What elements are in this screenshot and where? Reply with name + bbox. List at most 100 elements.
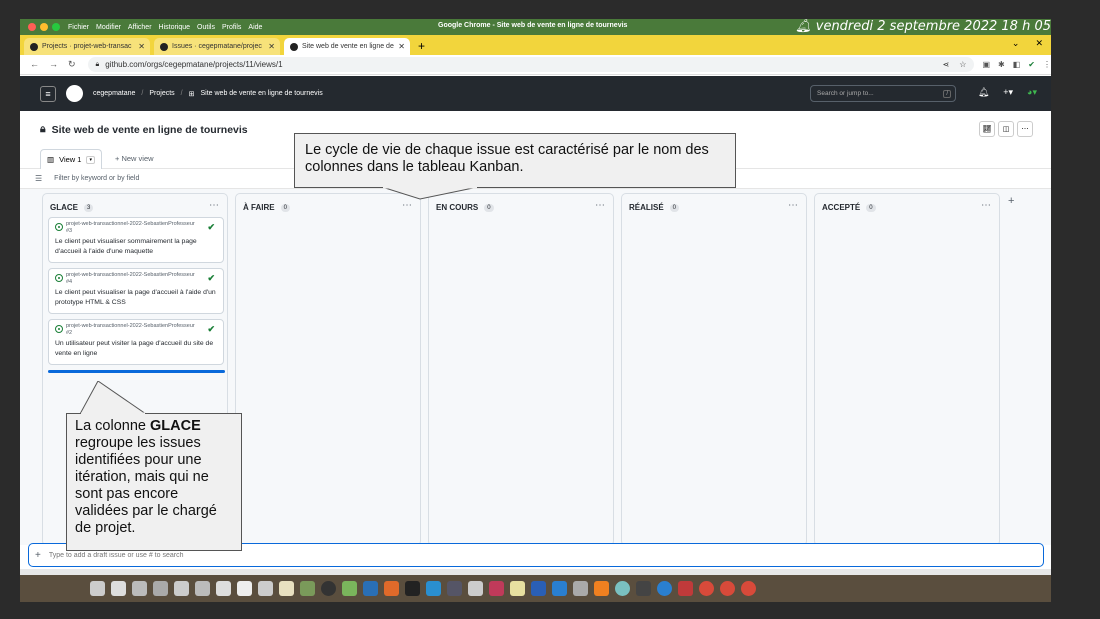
- font-icon[interactable]: [468, 581, 483, 596]
- screenshot-icon[interactable]: [489, 581, 504, 596]
- reload-icon[interactable]: ↻: [68, 59, 76, 70]
- menu-historique[interactable]: Historique: [159, 24, 191, 31]
- virtualbox-icon[interactable]: [363, 581, 378, 596]
- new-tab-plus-icon[interactable]: +: [418, 39, 425, 53]
- launcher-icon[interactable]: [90, 581, 105, 596]
- add-column-plus-icon[interactable]: +: [1008, 195, 1014, 207]
- menu-profils[interactable]: Profils: [222, 24, 241, 31]
- notes-icon[interactable]: [279, 581, 294, 596]
- notification-bell-icon[interactable]: 🔔︎: [978, 87, 989, 98]
- card-title[interactable]: Un utilisateur peut visiter la page d'ac…: [55, 339, 220, 359]
- chevron-down-icon[interactable]: ⌄: [1012, 38, 1020, 49]
- close-tab-icon[interactable]: ✕: [138, 42, 145, 51]
- lock-icon[interactable]: 🔒︎: [96, 61, 100, 69]
- share-icon[interactable]: ⋖: [943, 60, 950, 69]
- github-logo-icon[interactable]: [66, 85, 83, 102]
- new-view-button[interactable]: + New view: [115, 154, 154, 163]
- profile-check-icon[interactable]: ✔: [1028, 60, 1035, 69]
- avatar[interactable]: ◕▾: [1027, 87, 1037, 98]
- column-more-icon[interactable]: ⋯: [788, 200, 798, 211]
- draft-issue-input[interactable]: [48, 551, 949, 559]
- hamburger-icon[interactable]: ≡: [40, 85, 56, 102]
- plus-icon[interactable]: +: [35, 550, 41, 561]
- column-more-icon[interactable]: ⋯: [402, 200, 412, 211]
- filter-placeholder: Filter by keyword or by field: [54, 175, 140, 182]
- console-icon[interactable]: [636, 581, 651, 596]
- forward-arrow-icon[interactable]: →: [49, 59, 58, 70]
- project-title-text: Site web de vente en ligne de tournevis: [51, 123, 248, 136]
- url-field[interactable]: 🔒︎ github.com/orgs/cegepmatane/projects/…: [87, 57, 975, 72]
- network-app-icon[interactable]: [657, 581, 672, 596]
- tab-view-1[interactable]: ▥ View 1 ▾: [40, 149, 102, 169]
- create-new-plus-icon[interactable]: +▾: [1003, 87, 1013, 98]
- xcode-icon[interactable]: [531, 581, 546, 596]
- chrome-icon[interactable]: [720, 581, 735, 596]
- callout-left-bold: GLACE: [149, 418, 201, 434]
- tool-icon[interactable]: [573, 581, 588, 596]
- close-dot-icon[interactable]: [28, 23, 36, 31]
- mail-icon[interactable]: [678, 581, 693, 596]
- insights-chart-icon[interactable]: 📈︎: [979, 121, 995, 137]
- breadcrumb-org[interactable]: cegepmatane: [93, 90, 135, 97]
- menu-afficher[interactable]: Afficher: [128, 24, 152, 31]
- vlc-icon[interactable]: [594, 581, 609, 596]
- menu-fichier[interactable]: Fichier: [68, 24, 89, 31]
- breadcrumb-projects[interactable]: Projects: [149, 90, 174, 97]
- kebab-menu-icon[interactable]: ⋮: [1043, 60, 1051, 69]
- sublime-icon[interactable]: [384, 581, 399, 596]
- card-title[interactable]: Le client peut visualiser la page d'accu…: [55, 288, 220, 308]
- window-icon[interactable]: [132, 581, 147, 596]
- chrome-icon[interactable]: [741, 581, 756, 596]
- menu-modifier[interactable]: Modifier: [96, 24, 121, 31]
- photo-icon[interactable]: [447, 581, 462, 596]
- camera-icon[interactable]: ▣: [982, 60, 990, 69]
- media-icon[interactable]: [321, 581, 336, 596]
- issue-card[interactable]: projet-web-transactionnel-2022-Sebastien…: [48, 319, 224, 365]
- column-more-icon[interactable]: ⋯: [981, 200, 991, 211]
- breadcrumb-project[interactable]: Site web de vente en ligne de tournevis: [201, 90, 323, 97]
- puzzle-icon[interactable]: ✱: [998, 60, 1005, 69]
- chat-icon[interactable]: [258, 581, 273, 596]
- vscode-icon[interactable]: [426, 581, 441, 596]
- back-arrow-icon[interactable]: ←: [30, 59, 39, 70]
- chrome-icon[interactable]: [699, 581, 714, 596]
- close-tab-icon[interactable]: ✕: [398, 42, 405, 51]
- chat-app-icon[interactable]: [615, 581, 630, 596]
- column-more-icon[interactable]: ⋯: [209, 200, 219, 211]
- screen: Fichier Modifier Afficher Historique Out…: [20, 19, 1051, 602]
- terminal-icon[interactable]: [405, 581, 420, 596]
- minimize-dot-icon[interactable]: [40, 23, 48, 31]
- browser-tab-3-active[interactable]: Site web de vente en ligne de ✕: [284, 38, 410, 55]
- column-more-icon[interactable]: ⋯: [595, 200, 605, 211]
- files-icon[interactable]: [300, 581, 315, 596]
- card-title[interactable]: Le client peut visualiser sommairement l…: [55, 237, 220, 257]
- android-icon[interactable]: [342, 581, 357, 596]
- bell-icon[interactable]: 🔔︎: [795, 19, 816, 34]
- menu-outils[interactable]: Outils: [197, 24, 215, 31]
- column-header: À FAIRE 0: [243, 203, 290, 212]
- eject-icon[interactable]: [216, 581, 231, 596]
- menu-aide[interactable]: Aide: [248, 24, 262, 31]
- side-panel-icon[interactable]: ◫: [998, 121, 1014, 137]
- column-en-cours: EN COURS 0 ⋯: [428, 193, 614, 546]
- chevron-down-icon[interactable]: ▾: [86, 155, 95, 164]
- browser-tab-2[interactable]: Issues · cegepmatane/projec ✕: [154, 38, 280, 55]
- browser-tab-1[interactable]: Projects · projet-web-transac ✕: [24, 38, 150, 55]
- close-window-icon[interactable]: ✕: [1035, 38, 1043, 49]
- maximize-dot-icon[interactable]: [52, 23, 60, 31]
- word-icon[interactable]: [552, 581, 567, 596]
- pen-icon[interactable]: [237, 581, 252, 596]
- close-tab-icon[interactable]: ✕: [268, 42, 275, 51]
- bookmark-star-icon[interactable]: ☆: [959, 60, 966, 69]
- github-search-input[interactable]: Search or jump to... /: [810, 85, 956, 102]
- sidepanel-icon[interactable]: ◧: [1013, 60, 1021, 69]
- issue-card[interactable]: projet-web-transactionnel-2022-Sebastien…: [48, 217, 224, 263]
- apps-grid-icon[interactable]: [111, 581, 126, 596]
- editor-icon[interactable]: [510, 581, 525, 596]
- more-options-icon[interactable]: ⋯: [1017, 121, 1033, 137]
- volume-icon[interactable]: [195, 581, 210, 596]
- column-header: EN COURS 0: [436, 203, 494, 212]
- wifi-icon[interactable]: [174, 581, 189, 596]
- network-icon[interactable]: [153, 581, 168, 596]
- issue-card[interactable]: projet-web-transactionnel-2022-Sebastien…: [48, 268, 224, 314]
